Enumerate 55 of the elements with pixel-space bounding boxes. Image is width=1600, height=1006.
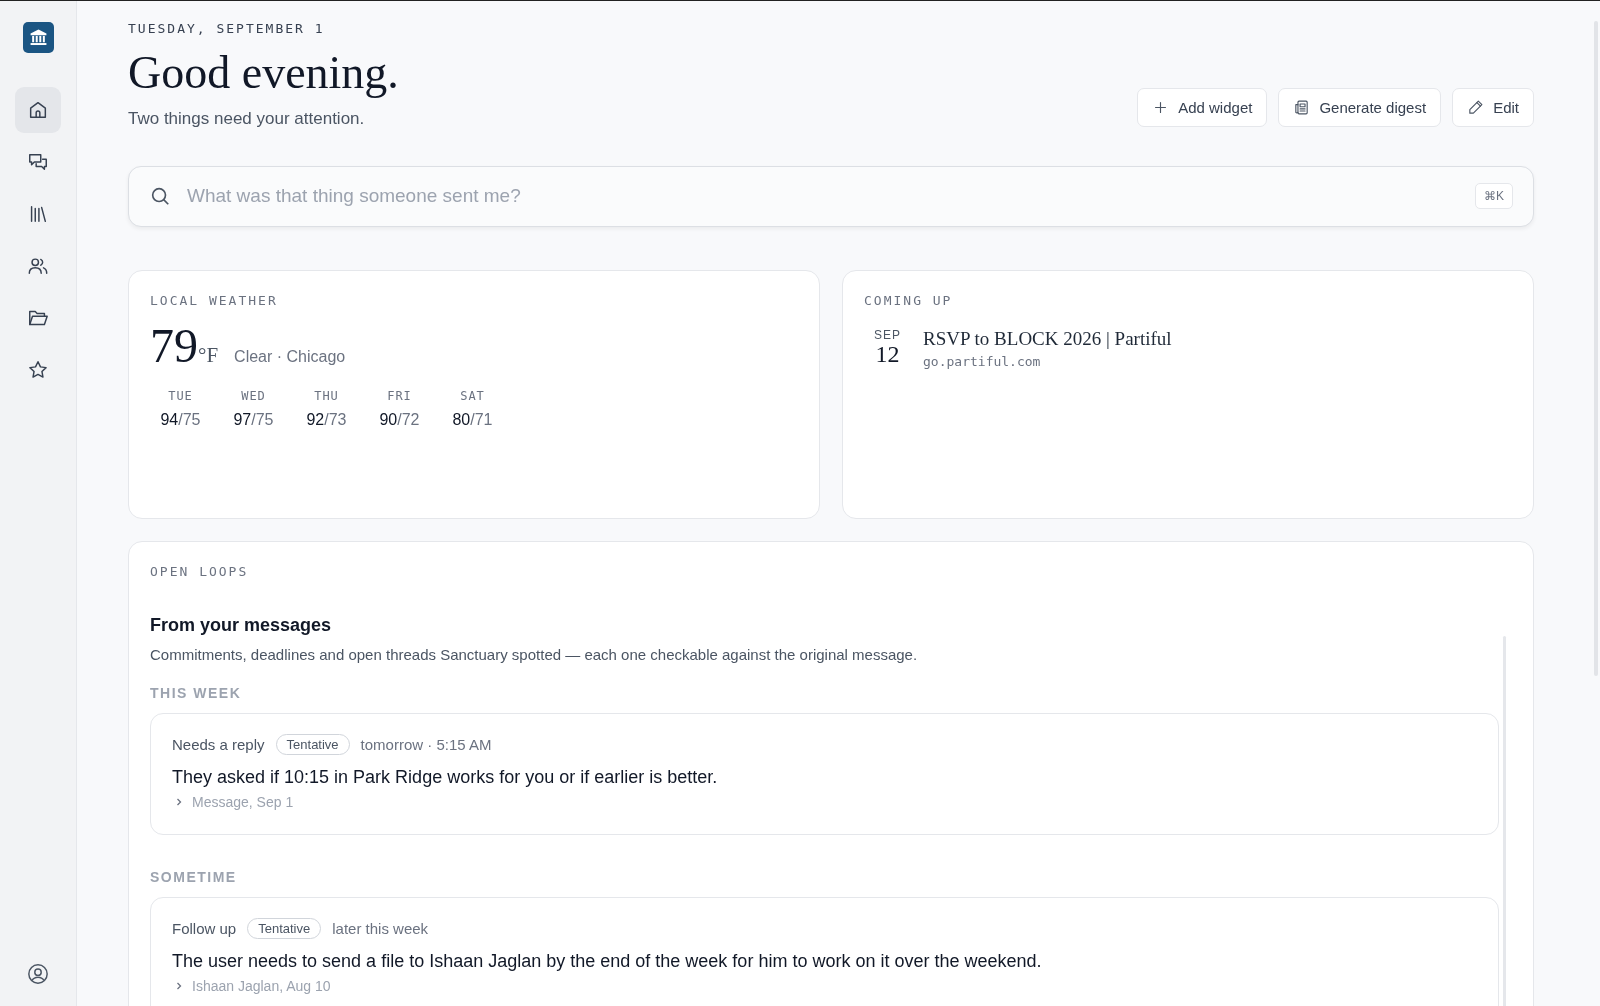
chevron-icon <box>174 796 184 807</box>
action-button[interactable]: Add widget <box>1137 87 1268 127</box>
search-bar[interactable]: What was that thing someone sent me? ⌘K <box>128 165 1534 227</box>
chat-icon <box>27 151 49 173</box>
forecast-temperature: 80/71 <box>452 410 493 429</box>
loop-time: tomorrow · 5:15 AM <box>360 735 492 753</box>
forecast-day: FRI <box>387 388 412 403</box>
card-title: COMING UP <box>864 292 954 308</box>
forecast-day: WED <box>241 388 266 403</box>
event-source: go.partiful.com <box>923 353 1042 369</box>
event-day: 12 <box>875 341 900 366</box>
action-button[interactable]: Edit <box>1452 87 1534 127</box>
card-title: LOCAL WEATHER <box>150 292 279 308</box>
weather-summary: Clear · Chicago <box>234 347 346 366</box>
newspaper-icon <box>1293 98 1311 116</box>
event-title[interactable]: RSVP to BLOCK 2026 | Partiful <box>923 327 1172 350</box>
loop-text: The user needs to send a file to Ishaan Jaglan by the end of the week for him to work on it over the weekend. <box>172 950 1043 972</box>
section-heading: From your messages <box>150 614 333 636</box>
star-icon <box>27 359 49 381</box>
loop-card[interactable]: Follow up Tentative later this week The user needs to send a file to Ishaan Jaglan by the end of the week for him to work on it over the weekend. Ishaan Jaglan, Aug 10 <box>150 896 1499 1006</box>
loop-type: Follow up <box>172 919 237 937</box>
pencil-icon <box>1467 98 1485 116</box>
bank-icon <box>28 28 48 47</box>
loop-text: They asked if 10:15 in Park Ridge works for you or if earlier is better. <box>172 766 719 788</box>
forecast-temperature: 90/72 <box>379 410 420 429</box>
nav-item[interactable] <box>15 87 61 133</box>
forecast-day: THU <box>314 388 339 403</box>
people-icon <box>27 255 49 277</box>
search-icon <box>149 185 171 208</box>
action-button[interactable]: Generate digest <box>1278 87 1442 127</box>
card-title: OPEN LOOPS <box>150 563 250 579</box>
forecast-temperature: 92/73 <box>306 410 347 429</box>
home-icon <box>27 99 49 121</box>
group-label: SOMETIME <box>150 868 238 885</box>
greeting: Good evening. <box>128 48 399 99</box>
forecast-temperature: 94/75 <box>160 410 201 429</box>
chevron-icon <box>174 980 184 991</box>
temperature: 79 <box>150 321 198 370</box>
forecast-day: TUE <box>168 388 193 403</box>
event-month: SEP <box>874 327 901 342</box>
subtitle: Two things need your attention. <box>128 108 366 129</box>
forecast-temperature: 97/75 <box>233 410 274 429</box>
temperature-unit: °F <box>198 342 219 368</box>
user-circle-icon <box>27 963 49 985</box>
loop-card[interactable]: Needs a reply Tentative tomorrow · 5:15 AM They asked if 10:15 in Park Ridge works for you or if earlier is better. Message, Sep 1 <box>150 712 1499 835</box>
section-description: Commitments, deadlines and open threads Sanctuary spotted — each one checkable against the original message. <box>150 645 919 663</box>
search-field[interactable]: What was that thing someone sent me? <box>185 184 1461 209</box>
forecast-day: SAT <box>460 388 485 403</box>
app-logo[interactable] <box>22 22 54 53</box>
loop-type: Needs a reply <box>172 735 265 753</box>
group-label: THIS WEEK <box>150 684 243 701</box>
profile-button[interactable] <box>27 963 49 985</box>
shortcut-key: ⌘K <box>1475 183 1513 210</box>
loop-time: later this week <box>332 919 429 937</box>
date-label: TUESDAY, SEPTEMBER 1 <box>128 21 326 36</box>
